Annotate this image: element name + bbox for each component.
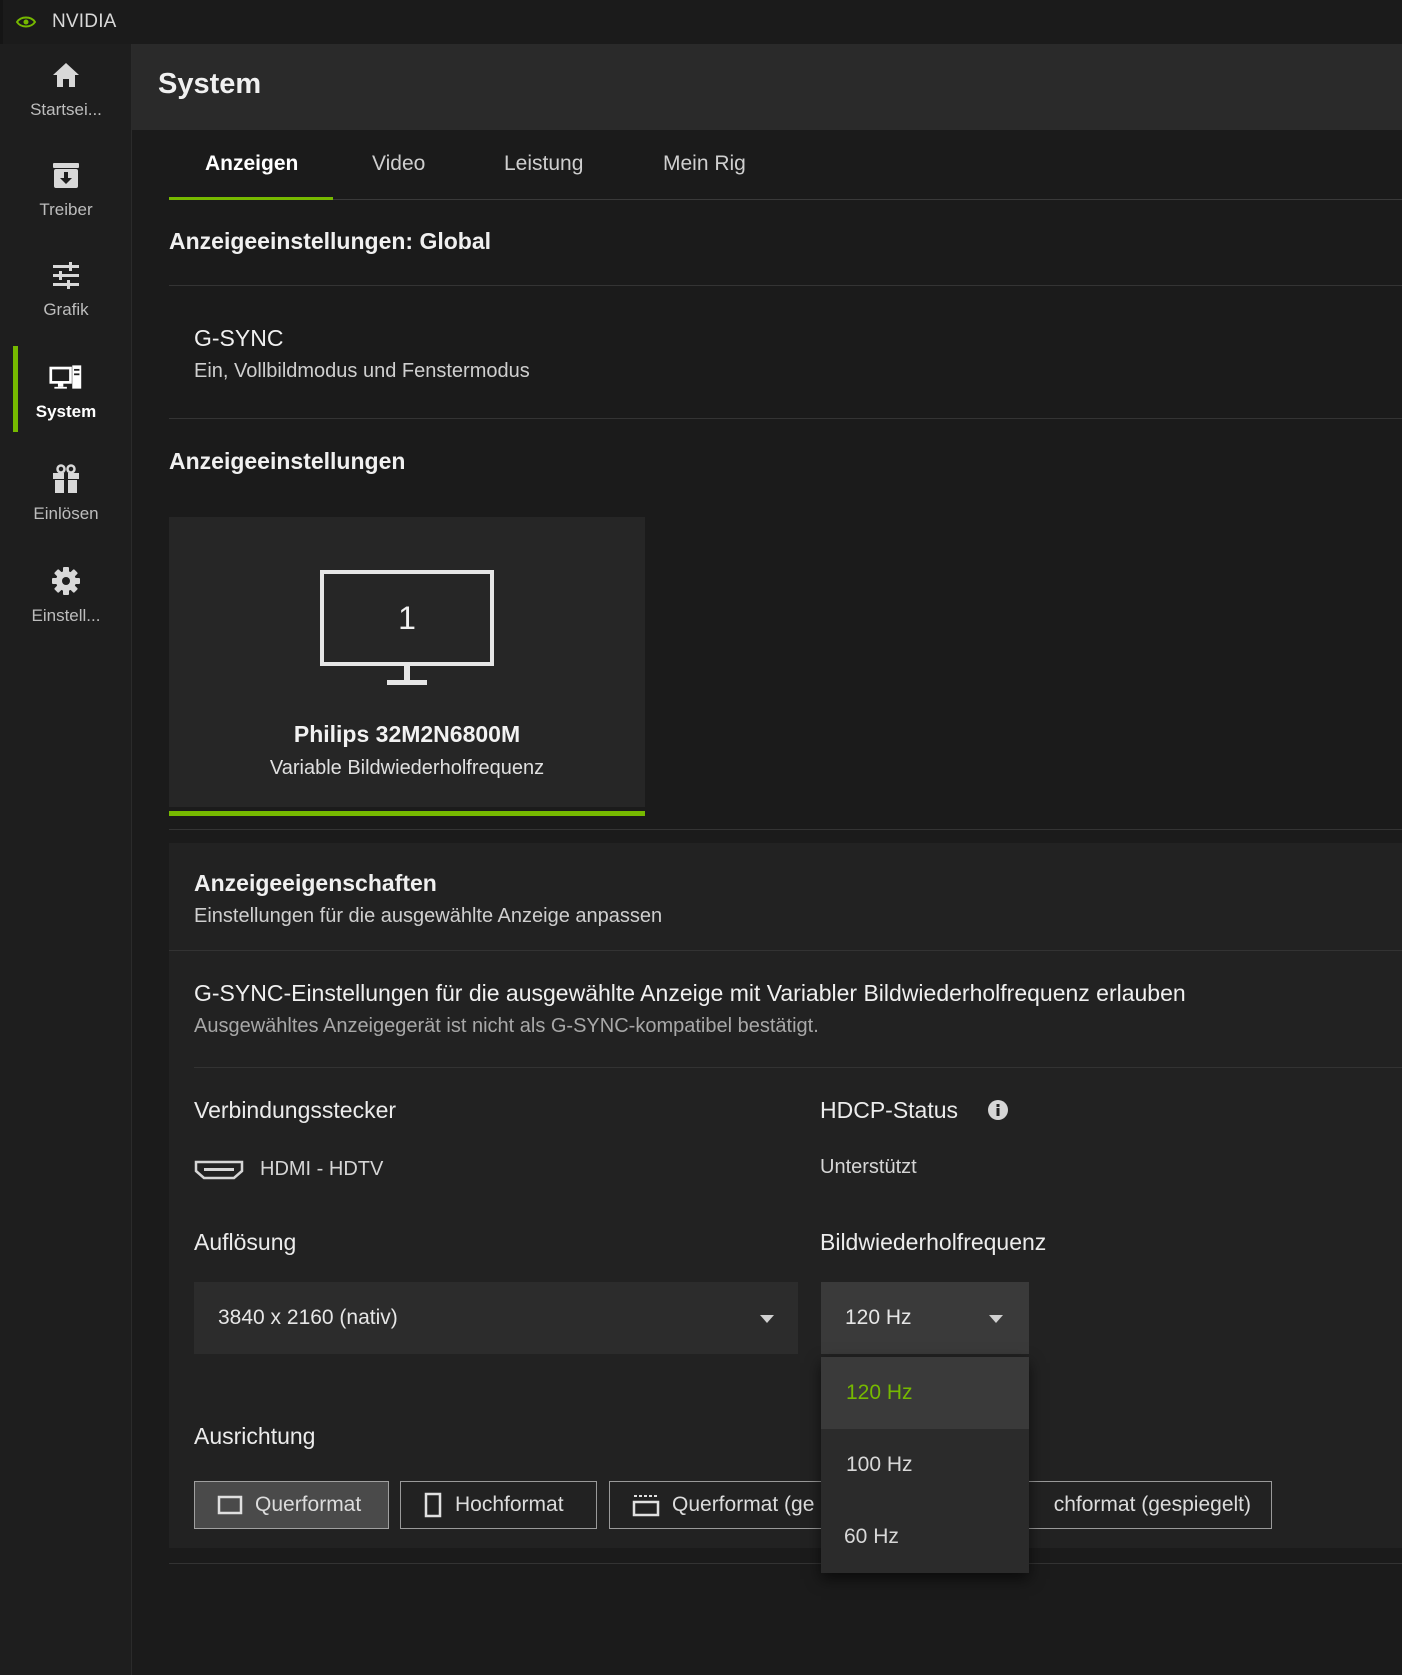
sliders-icon (49, 258, 83, 292)
driver-download-icon (49, 158, 83, 192)
resolution-select[interactable]: 3840 x 2160 (nativ) (194, 1282, 798, 1354)
active-tab-indicator (169, 197, 333, 200)
display-number: 1 (398, 599, 416, 636)
title-bar: NVIDIA (0, 0, 1402, 44)
landscape-icon (217, 1495, 243, 1515)
refresh-rate-label: Bildwiederholfrequenz (820, 1229, 1047, 1255)
properties-subtitle: Einstellungen für die ausgewählte Anzeig… (194, 905, 663, 927)
orientation-landscape-button[interactable]: Querformat (194, 1481, 389, 1529)
refresh-rate-dropdown-list: 120 Hz 100 Hz 60 Hz (821, 1357, 1029, 1573)
portrait-icon (423, 1492, 443, 1518)
orientation-option-label: Querformat (ge (672, 1493, 815, 1516)
display-card[interactable]: 1 Philips 32M2N6800M Variable Bildwieder… (169, 517, 645, 807)
allow-gsync-note: Ausgewähltes Anzeigegerät ist nicht als … (194, 1015, 819, 1037)
display-mode: Variable Bildwiederholfrequenz (269, 757, 545, 779)
refresh-rate-option-label: 60 Hz (844, 1525, 899, 1548)
tab-performance[interactable]: Leistung (504, 152, 583, 176)
gsync-setting-title[interactable]: G-SYNC (194, 325, 283, 352)
sidebar-item-label: System (35, 402, 97, 421)
resolution-value: 3840 x 2160 (nativ) (218, 1306, 398, 1329)
refresh-rate-option[interactable]: 100 Hz (821, 1429, 1029, 1501)
refresh-rate-option[interactable]: 120 Hz (821, 1357, 1029, 1429)
divider (169, 950, 1402, 951)
orientation-label: Ausrichtung (194, 1423, 316, 1449)
divider (169, 285, 1402, 286)
refresh-rate-value: 120 Hz (845, 1306, 912, 1329)
sidebar-item-drivers[interactable]: Treiber (0, 144, 132, 244)
landscape-flipped-icon (632, 1493, 660, 1517)
display-name: Philips 32M2N6800M (293, 721, 521, 747)
refresh-rate-option-label: 100 Hz (846, 1453, 913, 1476)
sidebar-item-home[interactable]: Startsei... (0, 44, 132, 144)
orientation-option-label: chformat (gespiegelt) (1053, 1493, 1251, 1516)
orientation-portrait-button[interactable]: Hochformat (400, 1481, 597, 1529)
sidebar-item-label: Startsei... (30, 100, 102, 119)
sidebar-item-redeem[interactable]: Einlösen (0, 448, 132, 548)
tab-displays[interactable]: Anzeigen (205, 152, 298, 176)
tab-bar: Anzeigen Video Leistung Mein Rig (169, 130, 1402, 200)
display-properties-panel: Anzeigeeigenschaften Einstellungen für d… (169, 843, 1402, 1548)
page-header: System (132, 44, 1402, 130)
gsync-setting-value: Ein, Vollbildmodus und Fenstermodus (194, 360, 530, 382)
gear-icon (49, 564, 83, 598)
home-icon (49, 58, 83, 92)
hdcp-status-label: HDCP-Status (820, 1097, 959, 1123)
app-title: NVIDIA (52, 11, 117, 32)
page-title: System (158, 68, 262, 100)
chevron-down-icon (989, 1315, 1003, 1323)
selected-display-indicator (169, 811, 645, 816)
sidebar: Startsei... Treiber Grafik System Einlös… (0, 44, 132, 1675)
allow-gsync-title[interactable]: G-SYNC-Einstellungen für die ausgewählte… (194, 980, 1186, 1007)
sidebar-item-graphics[interactable]: Grafik (0, 244, 132, 344)
refresh-rate-option-label: 120 Hz (846, 1381, 913, 1404)
orientation-option-label: Querformat (255, 1493, 362, 1516)
hdmi-port-icon (194, 1159, 244, 1186)
tab-video[interactable]: Video (372, 152, 425, 176)
connector-value: HDMI - HDTV (260, 1158, 384, 1180)
resolution-label: Auflösung (194, 1229, 297, 1255)
divider (194, 1067, 1402, 1068)
orientation-option-label: Hochformat (455, 1493, 564, 1516)
global-settings-heading: Anzeigeeinstellungen: Global (169, 228, 492, 254)
sidebar-item-system[interactable]: System (0, 346, 132, 446)
refresh-rate-select[interactable]: 120 Hz (821, 1282, 1029, 1354)
properties-title: Anzeigeeigenschaften (194, 870, 437, 896)
divider (169, 829, 1402, 830)
tab-my-rig[interactable]: Mein Rig (663, 152, 746, 176)
divider (169, 418, 1402, 419)
display-settings-heading: Anzeigeeinstellungen (169, 448, 406, 474)
gift-icon (49, 462, 83, 496)
connector-label: Verbindungsstecker (194, 1097, 397, 1123)
sidebar-item-label: Einstell... (31, 606, 101, 625)
info-icon[interactable] (987, 1099, 1009, 1126)
refresh-rate-option[interactable]: 60 Hz (821, 1501, 1029, 1573)
divider (169, 1563, 1402, 1564)
chevron-down-icon (760, 1315, 774, 1323)
nvidia-logo-icon (16, 15, 36, 29)
hdcp-status-value: Unterstützt (820, 1156, 917, 1178)
sidebar-item-label: Einlösen (33, 504, 99, 523)
sidebar-item-label: Treiber (39, 200, 93, 219)
orientation-portrait-flipped-button[interactable]: chformat (gespiegelt) (989, 1481, 1272, 1529)
system-monitor-icon (49, 360, 83, 394)
sidebar-item-settings[interactable]: Einstell... (0, 550, 132, 650)
sidebar-item-label: Grafik (43, 300, 89, 319)
